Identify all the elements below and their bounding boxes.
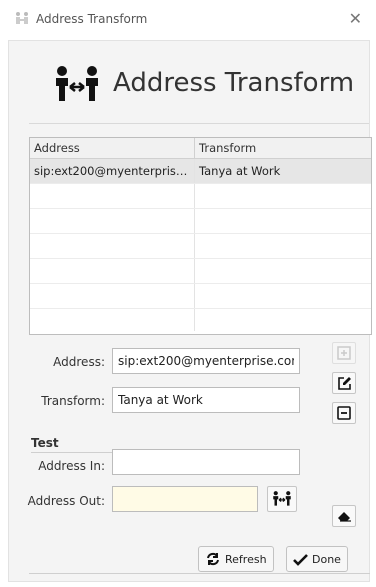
remove-icon [337, 406, 351, 420]
people-transfer-icon [56, 66, 98, 101]
address-out-field [112, 486, 258, 512]
done-button[interactable]: Done [286, 546, 348, 572]
eraser-icon [338, 512, 351, 522]
refresh-icon [207, 552, 219, 566]
table-row-empty [30, 284, 371, 309]
people-transfer-icon [273, 491, 291, 506]
add-button[interactable] [332, 342, 356, 364]
close-icon[interactable]: ✕ [349, 9, 362, 28]
transform-field[interactable] [112, 387, 300, 413]
remove-button[interactable] [332, 402, 356, 424]
table-row-empty [30, 209, 371, 234]
address-table[interactable]: Address Transform sip:ext200@myenterpris… [29, 137, 372, 335]
address-in-field[interactable] [112, 449, 300, 475]
test-transform-button[interactable] [267, 486, 297, 512]
title-bar: Address Transform ✕ [0, 0, 376, 40]
window-title: Address Transform [36, 12, 148, 26]
done-label: Done [312, 552, 341, 566]
address-label: Address: [53, 355, 105, 369]
table-row-empty [30, 184, 371, 209]
cell-address: sip:ext200@myenterprise.c... [30, 159, 195, 183]
table-row-empty [30, 259, 371, 284]
test-section-title: Test [31, 436, 59, 450]
divider [29, 573, 370, 574]
refresh-label: Refresh [225, 552, 267, 566]
table-row-empty [30, 234, 371, 259]
page-title: Address Transform [113, 68, 355, 98]
address-in-label: Address In: [38, 459, 105, 473]
address-field[interactable] [112, 348, 300, 374]
clear-button[interactable] [332, 505, 356, 527]
add-icon [337, 346, 351, 360]
table-row[interactable]: sip:ext200@myenterprise.c... Tanya at Wo… [30, 159, 371, 184]
address-out-label: Address Out: [27, 494, 105, 508]
transform-label: Transform: [41, 394, 105, 408]
cell-transform: Tanya at Work [199, 164, 281, 178]
app-icon [16, 12, 28, 24]
dialog-panel: Address Transform Address Transform sip:… [8, 40, 372, 582]
refresh-button[interactable]: Refresh [198, 546, 274, 572]
table-row-empty [30, 309, 371, 331]
column-header-address[interactable]: Address [30, 138, 195, 158]
edit-button[interactable] [332, 372, 356, 394]
check-icon [293, 553, 308, 566]
edit-icon [338, 377, 351, 390]
table-header: Address Transform [30, 138, 371, 159]
column-header-transform[interactable]: Transform [195, 138, 371, 158]
divider [29, 123, 369, 124]
